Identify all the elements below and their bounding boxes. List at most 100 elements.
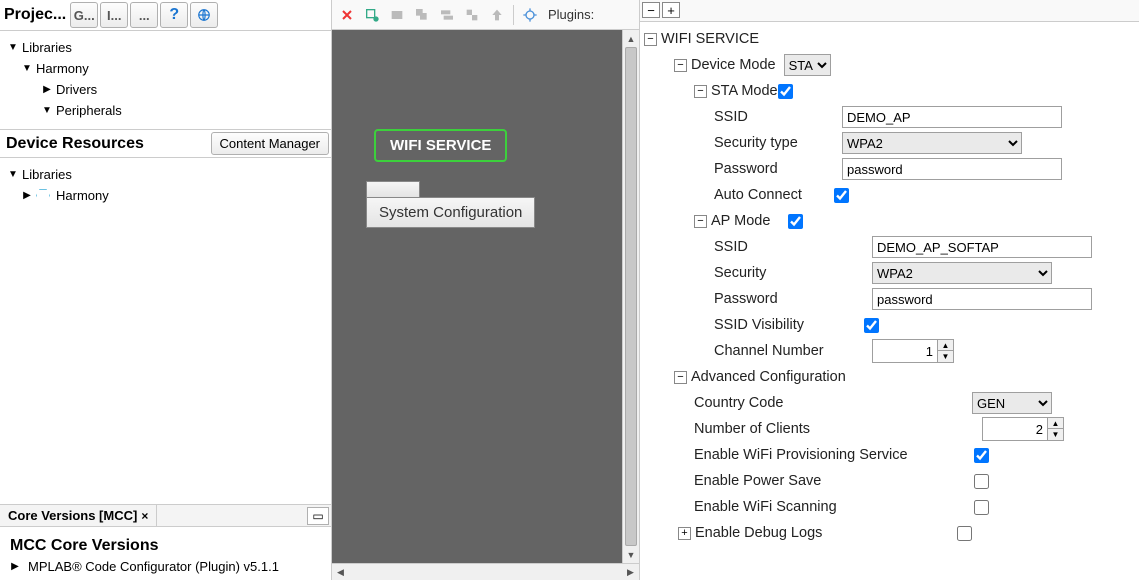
toolbar-btn-i[interactable]: I... [100, 2, 128, 28]
channel-spinner[interactable]: ▲▼ [872, 339, 954, 363]
canvas-wrap: WIFI SERVICE System Configuration ▲ ▼ [332, 30, 639, 563]
expander-icon[interactable]: − [694, 215, 707, 228]
prop-label: Advanced Configuration [691, 369, 846, 385]
prop-ap-ssidvis: SSID Visibility [644, 312, 1133, 338]
scroll-left-icon[interactable]: ◀ [332, 564, 349, 580]
wifi-service-block[interactable]: WIFI SERVICE [374, 129, 507, 162]
spin-up-icon[interactable]: ▲ [937, 340, 953, 351]
tree-item-drivers[interactable]: ▶Drivers [8, 79, 325, 100]
expander-icon[interactable]: + [678, 527, 691, 540]
debug-checkbox[interactable] [957, 526, 972, 541]
sysconf-label: System Configuration [366, 197, 535, 228]
prop-sta-ssid: SSID [644, 104, 1133, 130]
prop-sta-password: Password [644, 156, 1133, 182]
tree-item-harmony[interactable]: ▼Harmony [8, 58, 325, 79]
tree-item-libraries-2[interactable]: ▼Libraries [8, 164, 325, 185]
powersave-checkbox[interactable] [974, 474, 989, 489]
scroll-right-icon[interactable]: ▶ [622, 564, 639, 580]
prop-label: SSID [714, 239, 864, 255]
delete-icon[interactable] [336, 4, 358, 26]
tab-label: Core Versions [MCC] [8, 508, 137, 523]
country-select[interactable]: GEN [972, 392, 1052, 414]
ap-security-select[interactable]: WPA2 [872, 262, 1052, 284]
tree-item-peripherals[interactable]: ▼Peripherals [8, 100, 325, 121]
tree-label: Libraries [22, 40, 72, 55]
canvas[interactable]: WIFI SERVICE System Configuration [332, 30, 622, 563]
target-icon[interactable] [519, 4, 541, 26]
prop-label: STA Mode [711, 83, 778, 99]
scanning-checkbox[interactable] [974, 500, 989, 515]
prop-label: Enable Debug Logs [695, 525, 957, 541]
prop-ap-mode[interactable]: − AP Mode [644, 208, 1133, 234]
prop-label: Security type [714, 135, 834, 151]
prop-label: Country Code [694, 395, 964, 411]
ap-ssid-input[interactable] [872, 236, 1092, 258]
channel-input[interactable] [873, 340, 937, 362]
spin-up-icon[interactable]: ▲ [1047, 418, 1063, 429]
expander-icon[interactable]: − [694, 85, 707, 98]
prop-ap-password: Password [644, 286, 1133, 312]
scroll-thumb[interactable] [625, 47, 637, 546]
vertical-scrollbar[interactable]: ▲ ▼ [622, 30, 639, 563]
spin-down-icon[interactable]: ▼ [1047, 429, 1063, 440]
globe-icon[interactable] [190, 2, 218, 28]
collapse-all-button[interactable]: − [642, 2, 660, 18]
prop-ap-channel: Channel Number ▲▼ [644, 338, 1133, 364]
clients-spinner[interactable]: ▲▼ [982, 417, 1064, 441]
ap-ssidvis-checkbox[interactable] [864, 318, 879, 333]
ap-password-input[interactable] [872, 288, 1092, 310]
scroll-up-icon[interactable]: ▲ [623, 30, 639, 47]
scroll-down-icon[interactable]: ▼ [623, 546, 639, 563]
spin-down-icon[interactable]: ▼ [937, 351, 953, 362]
horizontal-scrollbar[interactable]: ◀ ▶ [332, 563, 639, 580]
sta-ssid-input[interactable] [842, 106, 1062, 128]
prop-advanced[interactable]: − Advanced Configuration [644, 364, 1133, 390]
sta-autoconnect-checkbox[interactable] [834, 188, 849, 203]
expander-icon[interactable]: − [674, 371, 687, 384]
mcc-item[interactable]: ▶MPLAB® Code Configurator (Plugin) v5.1.… [10, 559, 321, 574]
sta-mode-checkbox[interactable] [778, 84, 793, 99]
arrow-up-icon[interactable] [486, 4, 508, 26]
prop-sta-security: Security type WPA2 [644, 130, 1133, 156]
tab-core-versions[interactable]: Core Versions [MCC] × [0, 505, 157, 526]
prop-label: Password [714, 161, 834, 177]
help-icon[interactable]: ? [160, 2, 188, 28]
prop-label: SSID Visibility [714, 317, 864, 333]
restore-icon[interactable]: ▭ [307, 507, 329, 525]
canvas-column: Plugins: WIFI SERVICE System Configurati… [332, 0, 640, 580]
sta-security-select[interactable]: WPA2 [842, 132, 1022, 154]
prop-device-mode[interactable]: − Device Mode STA [644, 52, 1133, 78]
stack-icon[interactable] [436, 4, 458, 26]
expand-all-button[interactable]: + [662, 2, 680, 18]
project-tree: ▼Libraries ▼Harmony ▶Drivers ▼Peripheral… [0, 31, 331, 130]
prop-label: WIFI SERVICE [661, 31, 759, 47]
duplicate-icon[interactable] [411, 4, 433, 26]
clients-input[interactable] [983, 418, 1047, 440]
tree-item-harmony-2[interactable]: ▶Harmony [8, 185, 325, 206]
add-component-icon[interactable] [361, 4, 383, 26]
prop-root[interactable]: − WIFI SERVICE [644, 26, 1133, 52]
content-manager-button[interactable]: Content Manager [211, 132, 329, 155]
provisioning-checkbox[interactable] [974, 448, 989, 463]
ap-mode-checkbox[interactable] [788, 214, 803, 229]
toolbar-btn-more[interactable]: ... [130, 2, 158, 28]
prop-label: Number of Clients [694, 421, 974, 437]
bottom-panels: Core Versions [MCC] × ▭ MCC Core Version… [0, 504, 331, 580]
device-mode-select[interactable]: STA [784, 54, 831, 76]
tree-label: Drivers [56, 82, 97, 97]
expander-icon[interactable]: − [674, 59, 687, 72]
component-icon[interactable] [386, 4, 408, 26]
toolbar-btn-g[interactable]: G... [70, 2, 98, 28]
tab-strip: Core Versions [MCC] × ▭ [0, 505, 331, 527]
tree-item-libraries[interactable]: ▼Libraries [8, 37, 325, 58]
expander-icon[interactable]: − [644, 33, 657, 46]
prop-debug[interactable]: + Enable Debug Logs [644, 520, 1133, 546]
prop-sta-mode[interactable]: − STA Mode [644, 78, 1133, 104]
close-icon[interactable]: × [141, 509, 148, 523]
mcc-title: MCC Core Versions [10, 537, 321, 555]
system-configuration-block[interactable]: System Configuration [366, 181, 535, 228]
ungroup-icon[interactable] [461, 4, 483, 26]
device-resources-tree: ▼Libraries ▶Harmony [0, 158, 331, 504]
prop-label: Channel Number [714, 343, 864, 359]
sta-password-input[interactable] [842, 158, 1062, 180]
